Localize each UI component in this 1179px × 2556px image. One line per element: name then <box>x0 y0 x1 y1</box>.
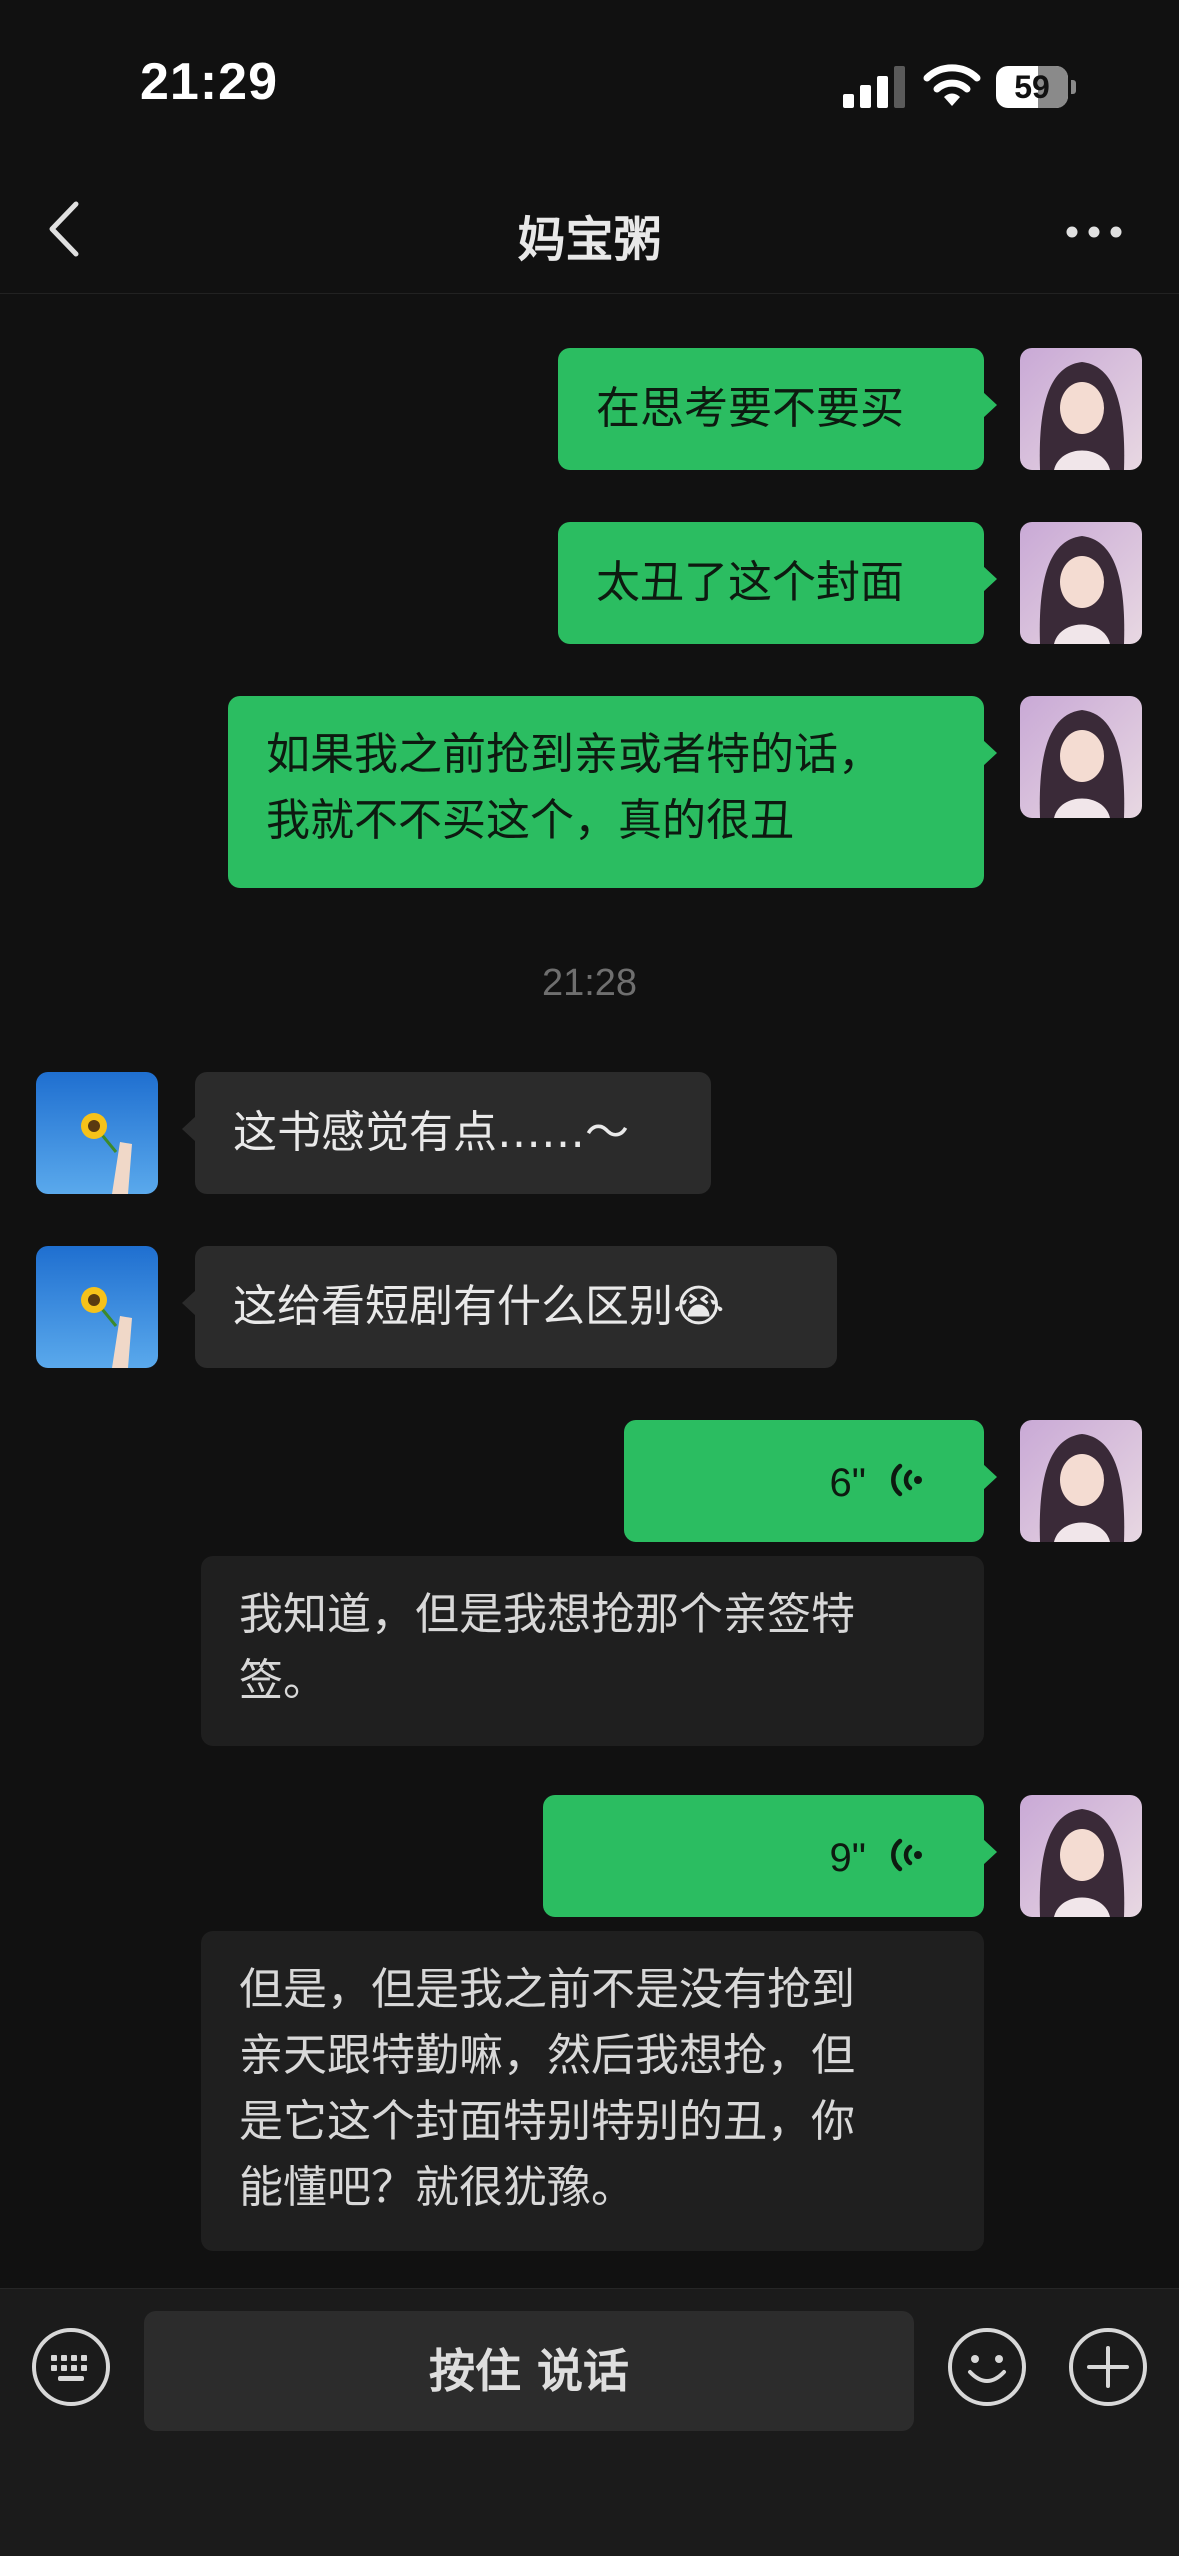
status-bar: 21:29 59 <box>0 0 1179 170</box>
more-dots-icon[interactable] <box>1064 222 1124 242</box>
my-message-bubble[interactable]: 在思考要不要买 <box>558 348 997 470</box>
avatar-image-icon <box>1020 522 1142 644</box>
message-text: 太丑了这个封面 <box>596 557 904 608</box>
message-text: 如果我之前抢到亲或者特的话， 我就不不买这个，真的很丑 <box>266 729 882 846</box>
voice-transcript: 但是，但是我之前不是没有抢到 亲天跟特勤嘛，然后我想抢，但 是它这个封面特别特别… <box>201 1931 984 2251</box>
battery-level: 59 <box>1014 69 1050 105</box>
plus-icon[interactable] <box>1067 2326 1149 2408</box>
voice-wave-icon <box>891 1838 922 1872</box>
my-avatar[interactable] <box>1020 522 1142 644</box>
battery-tip <box>1071 80 1076 94</box>
my-message-bubble[interactable]: 太丑了这个封面 <box>558 522 997 644</box>
voice-transcript: 我知道，但是我想抢那个亲签特 签。 <box>201 1556 984 1746</box>
chat-title: 妈宝粥 <box>517 212 662 268</box>
voice-message-bubble[interactable]: 9" <box>543 1795 997 1917</box>
transcript-text: 但是，但是我之前不是没有抢到 亲天跟特勤嘛，然后我想抢，但 是它这个封面特别特别… <box>239 1964 855 2213</box>
my-avatar[interactable] <box>1020 696 1142 818</box>
time-divider: 21:28 <box>541 962 638 1004</box>
wifi-icon <box>923 64 981 106</box>
voice-duration: 6" <box>829 1461 866 1505</box>
battery-indicator: 59 <box>996 66 1076 108</box>
battery-body: 59 <box>996 66 1068 108</box>
keyboard-icon[interactable] <box>30 2326 112 2408</box>
smiley-icon[interactable] <box>946 2326 1028 2408</box>
contact-message-bubble[interactable]: 这给看短剧有什么区别😭 <box>182 1246 837 1368</box>
voice-wave-icon <box>891 1463 922 1497</box>
input-bar: 按住 说话 <box>0 2288 1179 2556</box>
transcript-text: 我知道，但是我想抢那个亲签特 签。 <box>239 1589 855 1706</box>
contact-avatar[interactable] <box>36 1072 158 1194</box>
voice-duration: 9" <box>829 1836 866 1880</box>
chat-screen: 21:29 59 妈宝粥 在思考要不要买 太丑了这个封面 如果我之前抢到亲或者特… <box>0 0 1179 2556</box>
avatar-image-icon <box>1020 696 1142 818</box>
message-text: 这给看短剧有什么区别😭 <box>233 1281 725 1332</box>
sunflower-avatar-icon <box>36 1246 158 1368</box>
my-avatar[interactable] <box>1020 348 1142 470</box>
hold-to-talk-button[interactable]: 按住 说话 <box>144 2311 914 2431</box>
my-message-bubble[interactable]: 如果我之前抢到亲或者特的话， 我就不不买这个，真的很丑 <box>228 696 997 888</box>
sunflower-avatar-icon <box>36 1072 158 1194</box>
voice-message-bubble[interactable]: 6" <box>624 1420 997 1542</box>
nav-bar: 妈宝粥 <box>0 170 1179 294</box>
status-time: 21:29 <box>140 53 278 111</box>
my-avatar[interactable] <box>1020 1420 1142 1542</box>
avatar-image-icon <box>1020 348 1142 470</box>
my-avatar[interactable] <box>1020 1795 1142 1917</box>
message-text: 在思考要不要买 <box>596 383 904 434</box>
contact-message-bubble[interactable]: 这书感觉有点……～ <box>182 1072 711 1194</box>
avatar-image-icon <box>1020 1795 1142 1917</box>
contact-avatar[interactable] <box>36 1246 158 1368</box>
cellular-signal-icon <box>843 66 905 108</box>
avatar-image-icon <box>1020 1420 1142 1542</box>
message-text: 这书感觉有点……～ <box>233 1107 629 1158</box>
